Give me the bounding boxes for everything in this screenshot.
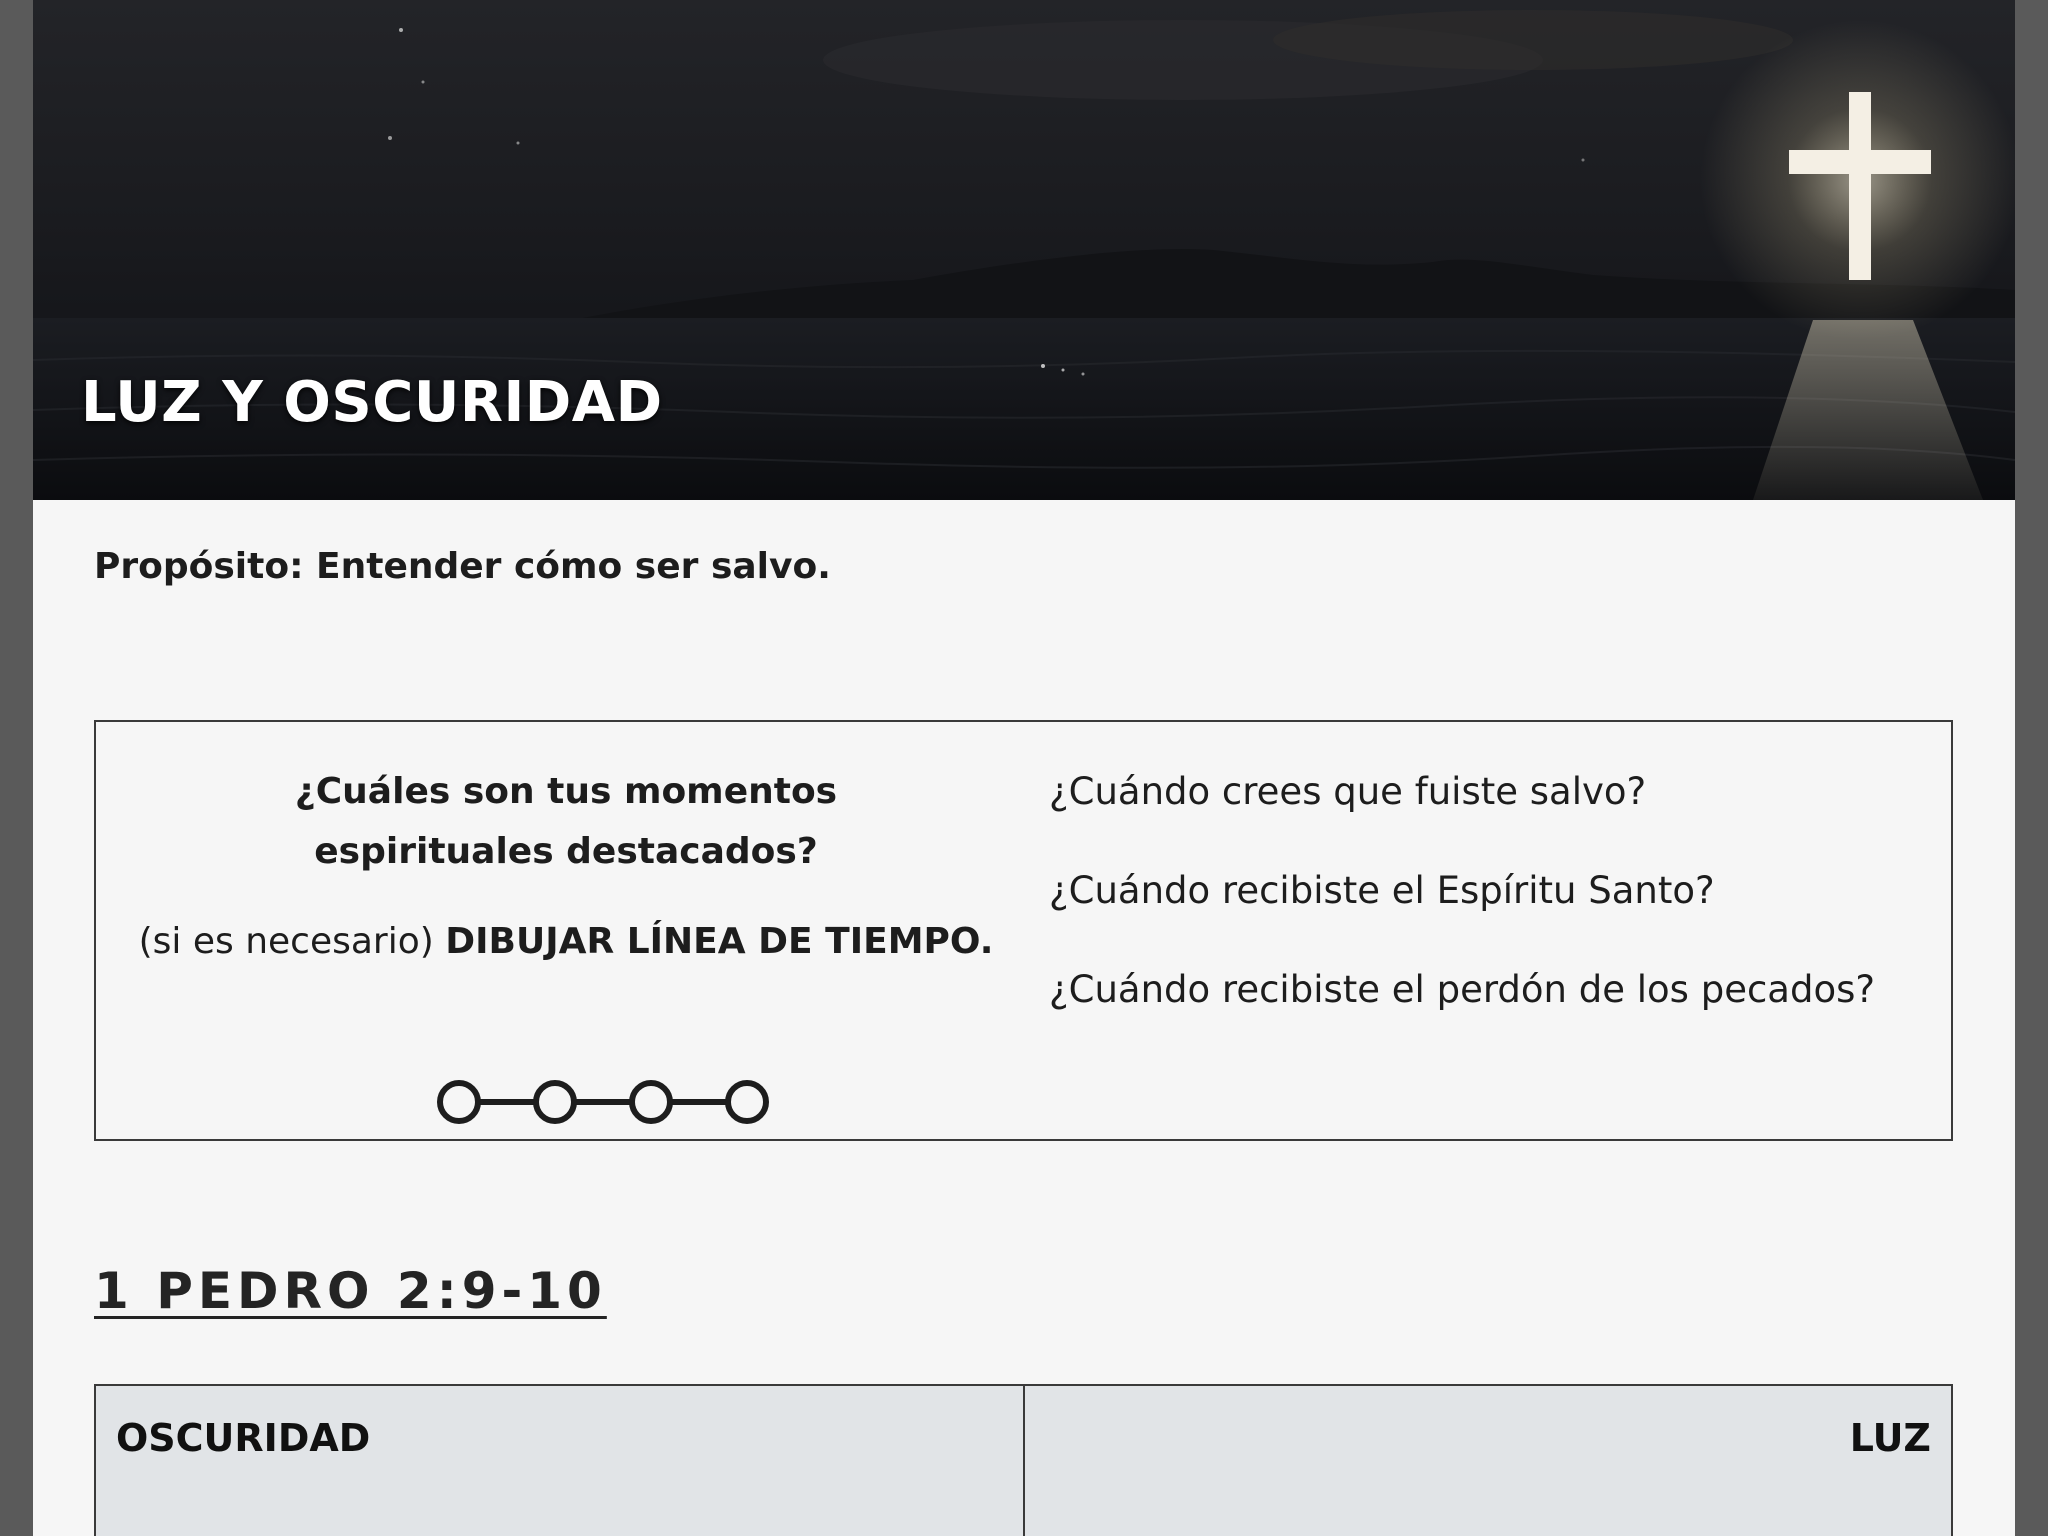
question-item: ¿Cuándo crees que fuiste salvo? (1049, 770, 1647, 813)
question-item: ¿Cuándo recibiste el Espíritu Santo? (1049, 869, 1715, 912)
timeline-instruction: (si es necesario) DIBUJAR LÍNEA DE TIEMP… (136, 918, 996, 966)
instruction-prefix: (si es necesario) (138, 921, 434, 962)
page-title: LUZ Y OSCURIDAD (81, 370, 663, 435)
column-light: LUZ (1025, 1386, 1952, 1536)
highlights-heading: ¿Cuáles son tus momentos espirituales de… (136, 762, 996, 882)
column-header-light: LUZ (1849, 1416, 1931, 1460)
highlights-heading-line2: espirituales destacados? (314, 831, 818, 872)
contrast-table: OSCURIDAD LUZ (94, 1384, 1953, 1536)
highlights-prompt: ¿Cuáles son tus momentos espirituales de… (136, 762, 996, 1124)
purpose-statement: Propósito: Entender cómo ser salvo. (94, 546, 831, 587)
worksheet-page: LUZ Y OSCURIDAD Propósito: Entender cómo… (33, 0, 2015, 1536)
question-box: ¿Cuáles son tus momentos espirituales de… (94, 720, 1953, 1141)
highlights-heading-line1: ¿Cuáles son tus momentos (294, 771, 838, 812)
question-list: ¿Cuándo crees que fuiste salvo? ¿Cuándo … (1049, 766, 1929, 1063)
column-header-darkness: OSCURIDAD (116, 1416, 371, 1460)
scripture-reference: 1 PEDRO 2:9-10 (94, 1262, 607, 1320)
timeline-icon (437, 1080, 769, 1124)
instruction-emphasis: DIBUJAR LÍNEA DE TIEMPO. (445, 921, 994, 962)
question-item: ¿Cuándo recibiste el perdón de los pecad… (1049, 968, 1876, 1011)
hero-banner: LUZ Y OSCURIDAD (33, 0, 2015, 500)
column-darkness: OSCURIDAD (96, 1386, 1025, 1536)
